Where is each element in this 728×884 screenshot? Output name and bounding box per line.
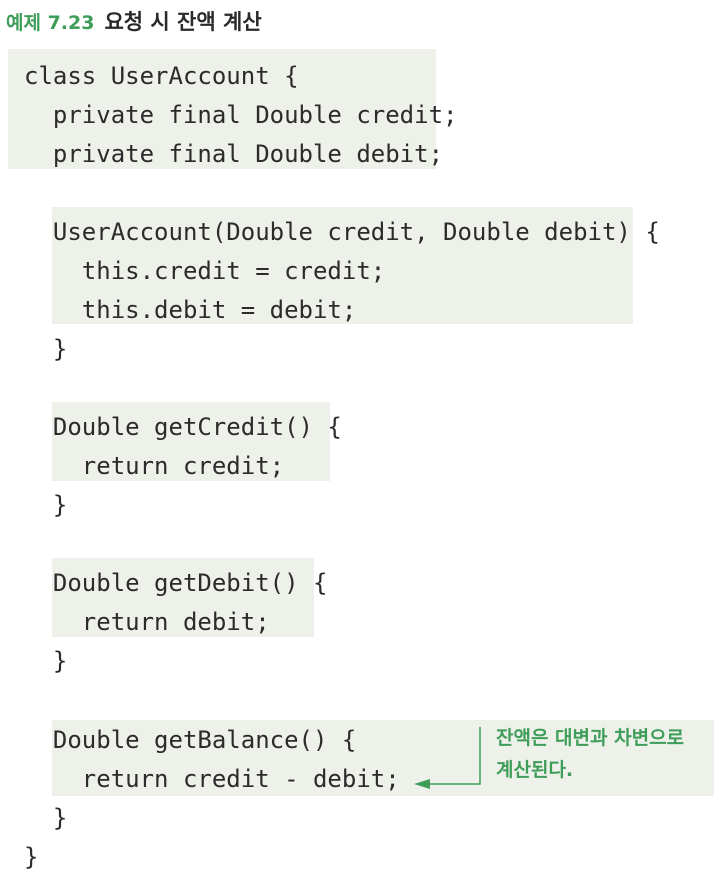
callout-line-2: 계산된다. bbox=[496, 759, 574, 781]
callout-note: 잔액은 대변과 차변으로 계산된다. bbox=[496, 722, 726, 786]
callout-line-1: 잔액은 대변과 차변으로 bbox=[496, 727, 685, 749]
